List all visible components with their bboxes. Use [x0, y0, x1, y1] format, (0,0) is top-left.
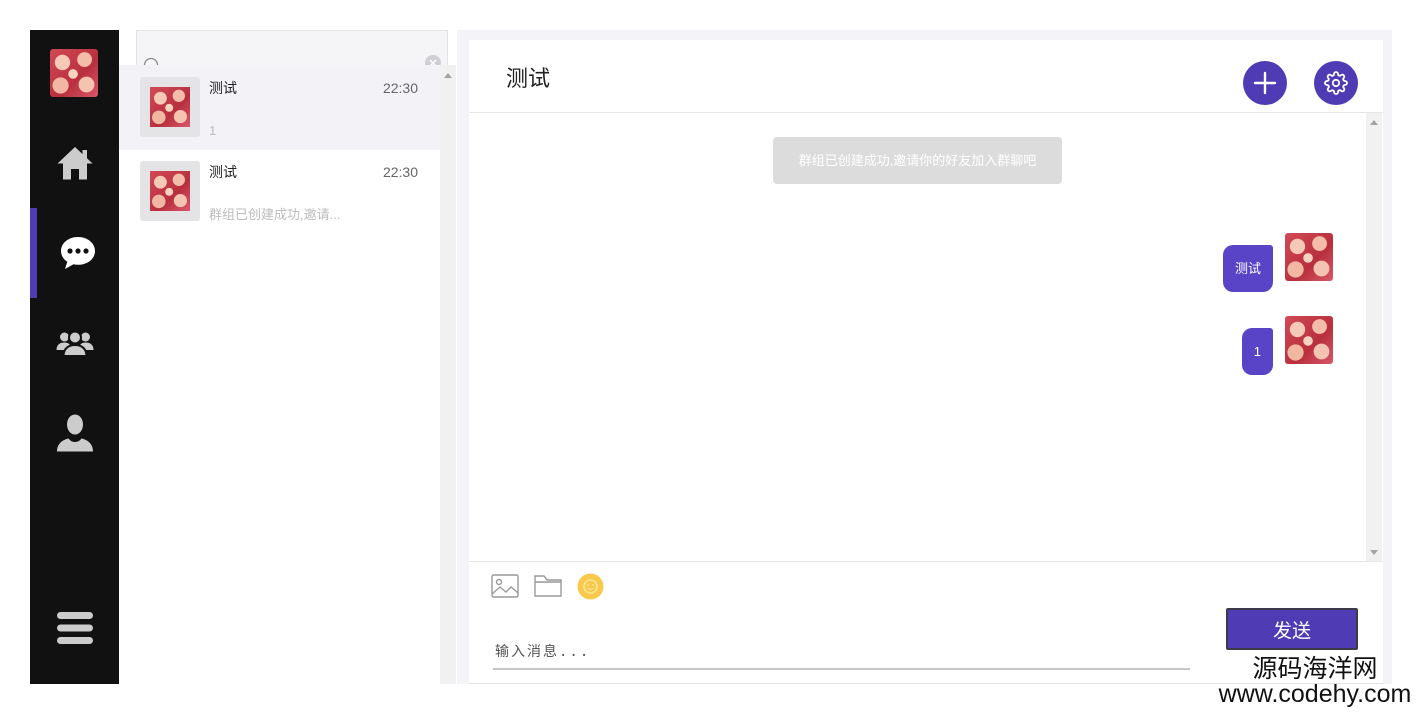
- emoji-button[interactable]: [577, 573, 604, 600]
- message-avatar: [1285, 233, 1333, 281]
- plus-icon: [1253, 71, 1277, 95]
- folder-icon: [534, 575, 562, 597]
- conversation-avatar: [140, 161, 200, 221]
- group-icon: [56, 330, 93, 357]
- conversation-preview: 群组已创建成功,邀请...: [209, 207, 341, 222]
- watermark-line-2: www.codehy.com: [1218, 680, 1412, 708]
- chat-header: 测试: [469, 40, 1383, 113]
- scroll-down-arrow[interactable]: [1370, 550, 1378, 555]
- scroll-up-arrow[interactable]: [1370, 120, 1378, 125]
- conversation-avatar-image: [150, 87, 190, 127]
- chat-icon: [61, 237, 95, 269]
- watermark: 源码海洋网 www.codehy.com: [1210, 657, 1420, 707]
- sidebar: [30, 30, 119, 684]
- nav-chats[interactable]: [30, 208, 119, 298]
- menu-icon: [56, 612, 93, 644]
- user-avatar[interactable]: [50, 49, 98, 97]
- conversation-avatar: [140, 77, 200, 137]
- scroll-up-arrow[interactable]: [444, 73, 452, 78]
- system-message: 群组已创建成功,邀请你的好友加入群聊吧: [773, 137, 1062, 184]
- nav-groups[interactable]: [30, 298, 119, 388]
- emoji-icon: [577, 573, 604, 600]
- conversation-avatar-image: [150, 171, 190, 211]
- message-scrollbar[interactable]: [1366, 113, 1382, 561]
- conversation-item[interactable]: 测试 22:30 1: [119, 65, 440, 150]
- home-icon: [57, 147, 92, 180]
- nav-home[interactable]: [30, 118, 119, 208]
- nav-menu[interactable]: [30, 583, 119, 673]
- image-icon: [491, 574, 519, 598]
- user-icon: [56, 414, 93, 452]
- chat-card: 测试 群组已创建成功,邀请你的好友加入群聊吧 测试 1 输入消息... 发送: [469, 40, 1383, 684]
- search-box: [136, 30, 448, 66]
- conversation-scrollbar[interactable]: [440, 65, 456, 684]
- watermark-line-1: 源码海洋网: [1252, 655, 1378, 683]
- message-input[interactable]: [493, 636, 1190, 670]
- conversation-list: 测试 22:30 1 测试 22:30 群组已创建成功,邀请...: [119, 65, 440, 684]
- conversation-time: 22:30: [382, 80, 418, 96]
- conversation-panel: 测试 22:30 1 测试 22:30 群组已创建成功,邀请...: [119, 30, 456, 684]
- search-input[interactable]: [163, 31, 413, 65]
- message-avatar: [1285, 316, 1333, 364]
- send-button[interactable]: 发送: [1226, 608, 1358, 650]
- image-button[interactable]: [491, 574, 519, 598]
- conversation-time: 22:30: [382, 164, 418, 180]
- conversation-name: 测试: [209, 164, 237, 180]
- settings-button[interactable]: [1314, 61, 1358, 105]
- message-bubble: 测试: [1222, 245, 1273, 292]
- chat-window: 测试 群组已创建成功,邀请你的好友加入群聊吧 测试 1 输入消息... 发送: [457, 30, 1392, 684]
- file-button[interactable]: [534, 574, 562, 598]
- gear-icon: [1324, 71, 1348, 95]
- conversation-name: 测试: [209, 80, 237, 96]
- conversation-preview: 1: [209, 123, 217, 138]
- nav-contacts[interactable]: [30, 388, 119, 478]
- message-bubble: 1: [1241, 328, 1273, 375]
- message-area: 群组已创建成功,邀请你的好友加入群聊吧 测试 1: [469, 113, 1383, 561]
- conversation-item[interactable]: 测试 22:30 群组已创建成功,邀请...: [119, 150, 440, 233]
- chat-title: 测试: [506, 66, 551, 91]
- add-button[interactable]: [1243, 61, 1287, 105]
